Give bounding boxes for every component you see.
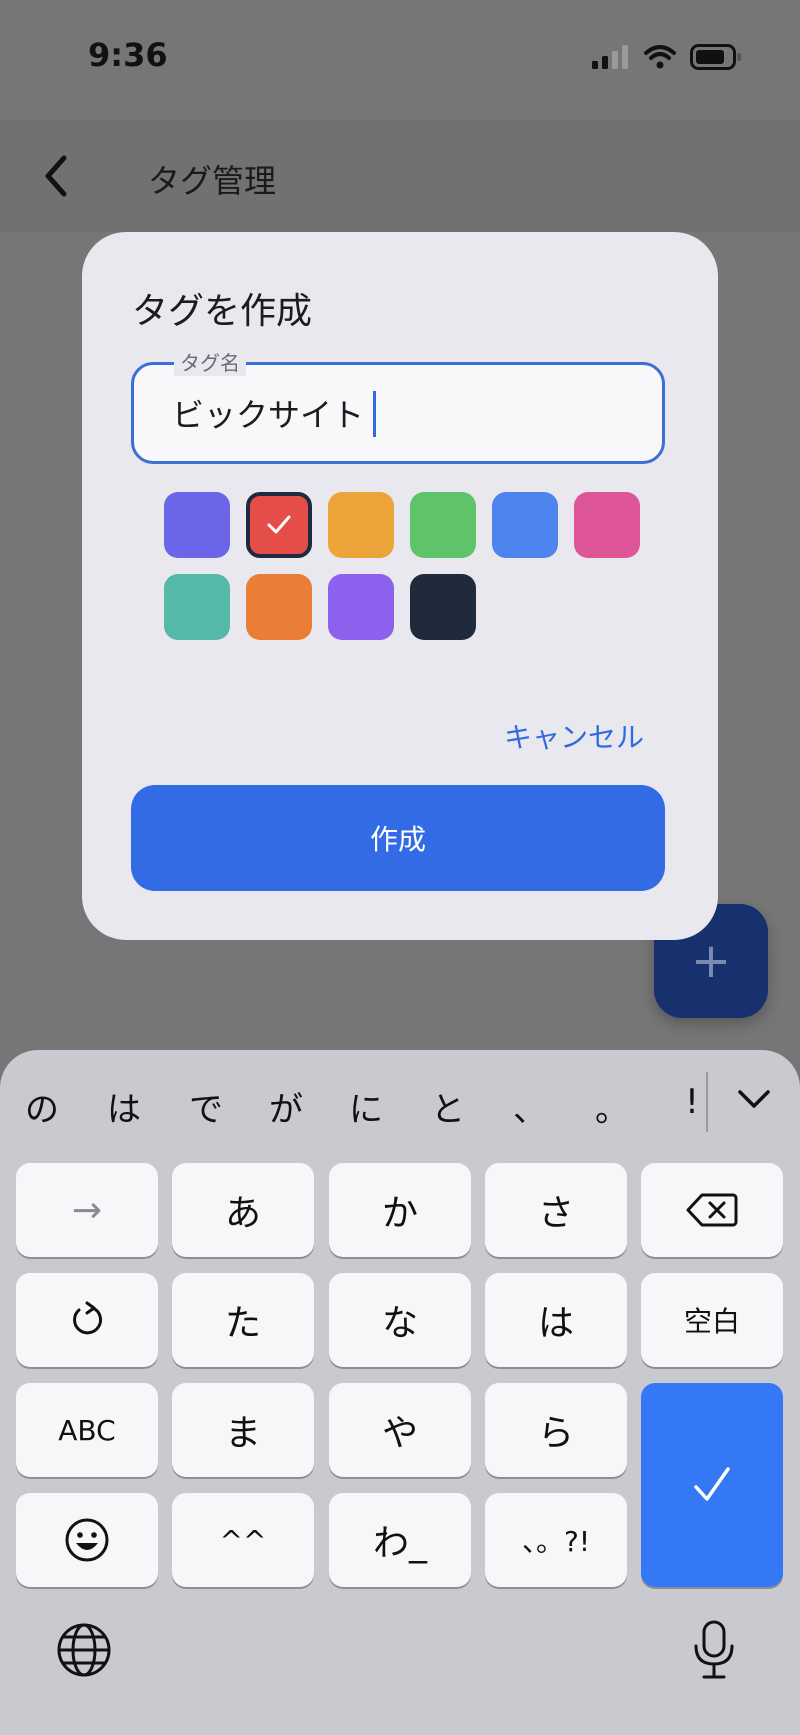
candidate-item[interactable]: と	[423, 1082, 473, 1131]
candidate-item[interactable]: で	[181, 1082, 231, 1131]
color-swatch[interactable]	[164, 574, 230, 640]
key-ha[interactable]: は	[485, 1273, 627, 1367]
key-kaomoji[interactable]: ^^	[172, 1493, 314, 1587]
status-time: 9:36	[88, 36, 168, 74]
cellular-signal-icon	[592, 45, 628, 69]
key-next[interactable]: →	[16, 1163, 158, 1257]
key-na[interactable]: な	[329, 1273, 471, 1367]
backspace-icon	[686, 1193, 738, 1227]
key-ma[interactable]: ま	[172, 1383, 314, 1477]
candidate-item[interactable]: が	[261, 1082, 311, 1131]
color-swatch[interactable]	[410, 574, 476, 640]
key-sa[interactable]: さ	[485, 1163, 627, 1257]
color-swatch[interactable]	[328, 492, 394, 558]
key-wa[interactable]: わ_	[329, 1493, 471, 1587]
color-swatch[interactable]	[410, 492, 476, 558]
tag-name-field[interactable]: タグ名	[131, 347, 665, 464]
candidate-item[interactable]: に	[341, 1082, 391, 1131]
microphone-icon[interactable]	[692, 1620, 736, 1680]
candidate-divider	[706, 1072, 708, 1132]
emoji-icon	[65, 1518, 109, 1562]
plus-icon: +	[690, 933, 732, 989]
key-undo[interactable]	[16, 1273, 158, 1367]
status-icons	[592, 44, 742, 70]
checkmark-icon	[250, 496, 308, 554]
color-swatches	[164, 492, 664, 640]
globe-icon[interactable]	[56, 1622, 112, 1678]
battery-icon	[690, 44, 741, 70]
page-title: タグ管理	[148, 162, 277, 200]
tag-name-label: タグ名	[174, 347, 246, 376]
key-ya[interactable]: や	[329, 1383, 471, 1477]
key-enter[interactable]	[641, 1383, 783, 1587]
key-a[interactable]: あ	[172, 1163, 314, 1257]
checkmark-icon	[694, 1467, 730, 1501]
candidate-bar: のはでがにと、。!	[0, 1082, 800, 1130]
navigation-bar	[0, 120, 800, 232]
candidate-item[interactable]: 、	[505, 1082, 555, 1131]
color-swatch[interactable]	[164, 492, 230, 558]
key-delete[interactable]	[641, 1163, 783, 1257]
candidate-item[interactable]: !	[667, 1082, 717, 1122]
wifi-icon	[644, 45, 676, 69]
key-abc[interactable]: ABC	[16, 1383, 158, 1477]
cancel-button[interactable]: キャンセル	[504, 716, 644, 756]
key-punctuation[interactable]: 、。?!	[485, 1493, 627, 1587]
candidate-item[interactable]: の	[17, 1082, 67, 1131]
color-swatch[interactable]	[246, 492, 312, 558]
chevron-down-icon[interactable]	[736, 1088, 772, 1110]
key-ra[interactable]: ら	[485, 1383, 627, 1477]
candidate-item[interactable]: は	[99, 1082, 149, 1131]
key-ka[interactable]: か	[329, 1163, 471, 1257]
undo-icon	[73, 1301, 103, 1335]
color-swatch[interactable]	[328, 574, 394, 640]
color-swatch[interactable]	[492, 492, 558, 558]
create-tag-dialog: タグを作成 タグ名 キャンセル 作成	[82, 232, 718, 940]
tag-name-input[interactable]	[172, 387, 612, 439]
text-caret	[373, 391, 376, 437]
candidate-item[interactable]: 。	[587, 1082, 637, 1131]
key-space[interactable]: 空白	[641, 1273, 783, 1367]
create-button[interactable]: 作成	[131, 785, 665, 891]
key-emoji[interactable]	[16, 1493, 158, 1587]
dialog-title: タグを作成	[132, 291, 313, 332]
color-swatch[interactable]	[574, 492, 640, 558]
key-ta[interactable]: た	[172, 1273, 314, 1367]
color-swatch[interactable]	[246, 574, 312, 640]
back-chevron-icon[interactable]	[38, 152, 74, 200]
